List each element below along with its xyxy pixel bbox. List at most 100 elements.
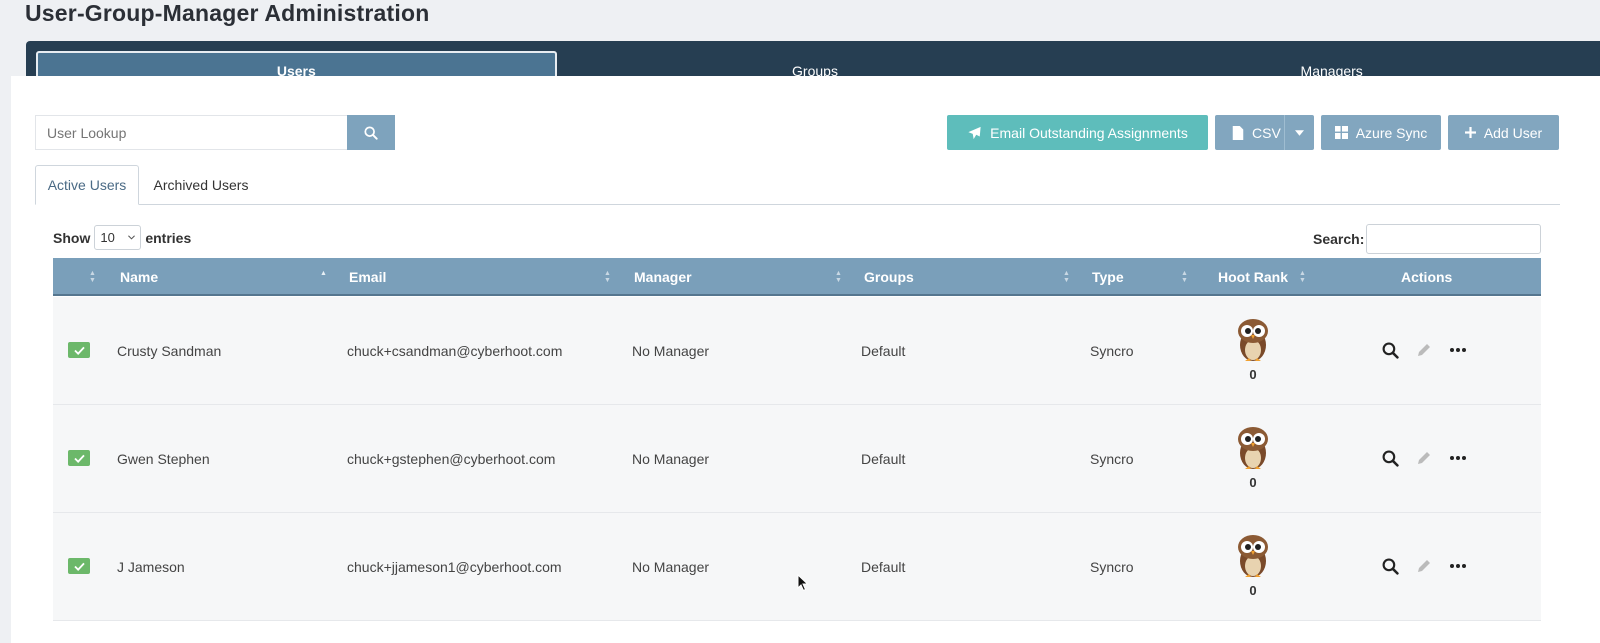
hoot-rank-value: 0 — [1249, 583, 1257, 598]
user-manager: No Manager — [632, 451, 710, 467]
user-manager: No Manager — [632, 559, 710, 575]
hoot-rank-value: 0 — [1249, 475, 1257, 490]
column-header-email[interactable]: Email — [349, 258, 386, 296]
entries-label: entries — [145, 229, 192, 246]
edit-user-button[interactable] — [1415, 557, 1433, 575]
page-title: User-Group-Manager Administration — [25, 0, 430, 26]
windows-icon — [1334, 126, 1348, 139]
email-outstanding-label: Email Outstanding Assignments — [990, 124, 1188, 141]
file-icon — [1232, 125, 1244, 140]
email-outstanding-button[interactable]: Email Outstanding Assignments — [947, 115, 1208, 150]
add-user-button[interactable]: Add User — [1448, 115, 1559, 150]
table-row: Crusty Sandman chuck+csandman@cyberhoot.… — [53, 297, 1541, 405]
sort-asc-icon: ▲ — [320, 270, 327, 277]
entries-value: 10 — [100, 230, 115, 245]
hoot-rank-value: 0 — [1249, 367, 1257, 382]
owl-icon — [1238, 535, 1268, 577]
add-user-label: Add User — [1483, 124, 1543, 141]
user-groups: Default — [861, 559, 906, 575]
ellipsis-icon — [1450, 456, 1466, 460]
hoot-rank: 0 — [1231, 425, 1275, 490]
sort-icon: ▲ ▼ — [835, 270, 842, 284]
user-type: Syncro — [1090, 451, 1134, 467]
table-header: ▲ ▼ Name ▲ Email ▲ ▼ Manager ▲ ▼ Groups ▲ ▼ … — [53, 258, 1541, 296]
column-header-name[interactable]: Name — [120, 258, 158, 296]
table-row: J Jameson chuck+jjameson1@cyberhoot.com … — [53, 513, 1541, 621]
magnifier-icon — [1382, 558, 1399, 575]
table-search-input[interactable] — [1366, 224, 1541, 254]
user-email: chuck+gstephen@cyberhoot.com — [347, 451, 556, 467]
row-actions — [1381, 449, 1467, 467]
more-options-button[interactable] — [1449, 449, 1467, 467]
column-header-hoot-rank[interactable]: Hoot Rank — [1218, 258, 1288, 296]
tab-active-users[interactable]: Active Users — [35, 165, 139, 205]
row-actions — [1381, 341, 1467, 359]
ellipsis-icon — [1450, 348, 1466, 352]
search-icon — [364, 125, 378, 140]
chevron-down-icon — [128, 235, 136, 240]
view-user-button[interactable] — [1381, 557, 1399, 575]
row-checkbox[interactable] — [68, 558, 90, 574]
view-user-button[interactable] — [1381, 449, 1399, 467]
magnifier-icon — [1382, 450, 1399, 467]
caret-down-icon — [1295, 129, 1304, 136]
csv-button[interactable]: CSV — [1215, 115, 1314, 150]
more-options-button[interactable] — [1449, 557, 1467, 575]
hoot-rank: 0 — [1231, 533, 1275, 598]
user-groups: Default — [861, 451, 906, 467]
column-header-groups[interactable]: Groups — [864, 258, 914, 296]
view-user-button[interactable] — [1381, 341, 1399, 359]
tab-archived-users[interactable]: Archived Users — [145, 165, 257, 205]
select-column-header[interactable]: ▲ ▼ — [89, 258, 96, 296]
entries-select[interactable]: 10 — [94, 225, 142, 250]
column-header-type[interactable]: Type — [1092, 258, 1124, 296]
lookup-search-button[interactable] — [347, 115, 395, 150]
check-icon — [73, 346, 85, 355]
column-header-actions: Actions — [1401, 269, 1453, 285]
owl-icon — [1238, 427, 1268, 469]
check-icon — [73, 562, 85, 571]
row-checkbox[interactable] — [68, 342, 90, 358]
csv-dropdown-toggle[interactable] — [1284, 115, 1314, 150]
pencil-icon — [1418, 560, 1430, 572]
user-name[interactable]: Crusty Sandman — [117, 343, 221, 359]
user-name[interactable]: Gwen Stephen — [117, 451, 210, 467]
user-email: chuck+jjameson1@cyberhoot.com — [347, 559, 562, 575]
more-options-button[interactable] — [1449, 341, 1467, 359]
azure-sync-label: Azure Sync — [1355, 124, 1428, 141]
paper-plane-icon — [968, 126, 981, 139]
owl-icon — [1238, 319, 1268, 361]
show-label: Show — [53, 229, 91, 246]
pencil-icon — [1418, 344, 1430, 356]
magnifier-icon — [1382, 342, 1399, 359]
entries-control: Show 10 entries — [53, 225, 191, 250]
sort-icon: ▲ ▼ — [1299, 270, 1306, 284]
user-type: Syncro — [1090, 559, 1134, 575]
row-checkbox[interactable] — [68, 450, 90, 466]
user-lookup-input[interactable] — [35, 115, 347, 150]
azure-sync-button[interactable]: Azure Sync — [1321, 115, 1441, 150]
sort-icon: ▲ ▼ — [89, 270, 96, 284]
mouse-cursor-icon — [797, 574, 809, 592]
ellipsis-icon — [1450, 564, 1466, 568]
sort-icon: ▲ ▼ — [604, 270, 611, 284]
user-groups: Default — [861, 343, 906, 359]
column-header-manager[interactable]: Manager — [634, 258, 692, 296]
hoot-rank: 0 — [1231, 317, 1275, 382]
user-subtabs: Active Users Archived Users — [35, 165, 1560, 205]
user-manager: No Manager — [632, 343, 710, 359]
pencil-icon — [1418, 452, 1430, 464]
user-email: chuck+csandman@cyberhoot.com — [347, 343, 563, 359]
row-actions — [1381, 557, 1467, 575]
edit-user-button[interactable] — [1415, 449, 1433, 467]
sort-icon: ▲ ▼ — [1181, 270, 1188, 284]
table-search-label: Search: — [1313, 231, 1365, 247]
plus-icon — [1464, 127, 1476, 138]
sort-icon: ▲ ▼ — [1063, 270, 1070, 284]
user-type: Syncro — [1090, 343, 1134, 359]
edit-user-button[interactable] — [1415, 341, 1433, 359]
user-name[interactable]: J Jameson — [117, 559, 185, 575]
check-icon — [73, 454, 85, 463]
table-row: Gwen Stephen chuck+gstephen@cyberhoot.co… — [53, 405, 1541, 513]
csv-label: CSV — [1252, 124, 1281, 141]
